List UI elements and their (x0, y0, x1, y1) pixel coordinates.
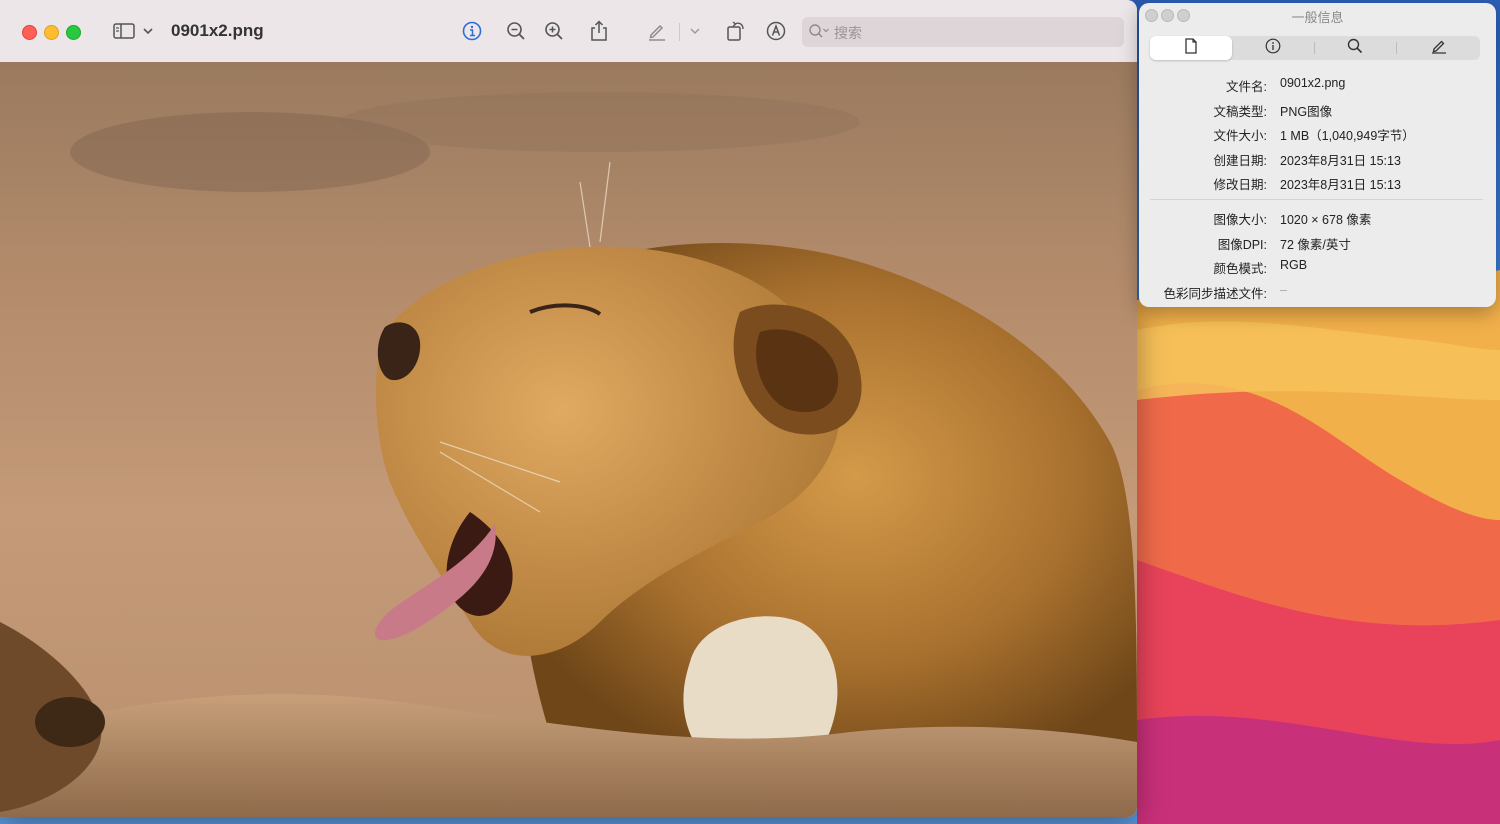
search-icon (1347, 38, 1363, 59)
tab-annotations[interactable] (1398, 36, 1480, 60)
info-label: 创建日期: (1213, 154, 1267, 168)
maximize-button[interactable] (66, 25, 81, 40)
rotate-icon[interactable] (724, 18, 748, 44)
info-value: RGB (1280, 258, 1308, 272)
markup-pen-icon[interactable] (645, 18, 669, 44)
info-panel-title: 一般信息 (1291, 10, 1344, 25)
chevron-down-icon[interactable] (141, 18, 155, 44)
document-icon (1184, 37, 1198, 59)
info-row-colorsync-profile: 色彩同步描述文件: – (1139, 283, 1496, 303)
document-title: 0901x2.png (171, 21, 264, 40)
info-row-color-mode: 颜色模式: RGB (1139, 258, 1496, 278)
toolbar: 0901x2.png (0, 0, 1137, 63)
info-label: 图像大小: (1213, 213, 1267, 227)
tab-more-info[interactable] (1232, 36, 1314, 60)
info-value: 2023年8月31日 15:13 (1280, 154, 1401, 168)
info-tabs (1150, 36, 1480, 60)
tab-keywords[interactable] (1314, 36, 1396, 60)
zoom-in-icon[interactable] (542, 18, 566, 44)
info-value: 1 MB（1,040,949字节） (1280, 129, 1415, 143)
zoom-out-icon[interactable] (504, 18, 528, 44)
share-icon[interactable] (587, 18, 611, 44)
annotate-icon[interactable] (764, 18, 788, 44)
info-label: 文件名: (1226, 80, 1267, 94)
info-label: 文件大小: (1213, 129, 1267, 143)
toolbar-separator (679, 23, 680, 41)
info-icon[interactable] (460, 18, 484, 44)
info-row-dpi: 图像DPI: 72 像素/英寸 (1139, 234, 1496, 254)
minimize-button[interactable] (44, 25, 59, 40)
info-row-doctype: 文稿类型: PNG图像 (1139, 101, 1496, 121)
search-input[interactable] (832, 22, 1116, 44)
search-field[interactable] (802, 17, 1124, 47)
info-row-filename: 文件名: 0901x2.png (1139, 76, 1496, 96)
info-value: 2023年8月31日 15:13 (1280, 178, 1401, 192)
info-divider (1150, 199, 1483, 200)
info-value: PNG图像 (1280, 105, 1333, 119)
markup-chevron-down-icon[interactable] (688, 18, 702, 44)
info-label: 颜色模式: (1213, 262, 1267, 276)
info-icon (1265, 38, 1281, 59)
lion-photo (0, 62, 1137, 817)
info-row-filesize: 文件大小: 1 MB（1,040,949字节） (1139, 125, 1496, 145)
sidebar-toggle-icon[interactable] (111, 18, 137, 44)
info-panel: 一般信息 文件名: 0901x2.png 文稿类型: PNG图像 文件大小: 1… (1139, 3, 1496, 307)
close-button[interactable] (22, 25, 37, 40)
info-label: 文稿类型: (1213, 105, 1267, 119)
info-label: 修改日期: (1213, 178, 1267, 192)
tab-separator (1396, 42, 1397, 54)
info-row-created: 创建日期: 2023年8月31日 15:13 (1139, 150, 1496, 170)
info-titlebar: 一般信息 (1139, 3, 1496, 27)
tab-general[interactable] (1150, 36, 1232, 60)
info-row-modified: 修改日期: 2023年8月31日 15:13 (1139, 174, 1496, 194)
info-value: 72 像素/英寸 (1280, 238, 1351, 252)
info-value: 0901x2.png (1280, 76, 1346, 90)
info-value: – (1280, 283, 1287, 297)
info-row-image-size: 图像大小: 1020 × 678 像素 (1139, 209, 1496, 229)
pen-icon (1431, 38, 1447, 59)
preview-window: 0901x2.png (0, 0, 1137, 817)
info-label: 图像DPI: (1217, 238, 1267, 252)
info-value: 1020 × 678 像素 (1280, 213, 1372, 227)
info-label: 色彩同步描述文件: (1163, 287, 1267, 301)
search-icon (808, 23, 830, 44)
